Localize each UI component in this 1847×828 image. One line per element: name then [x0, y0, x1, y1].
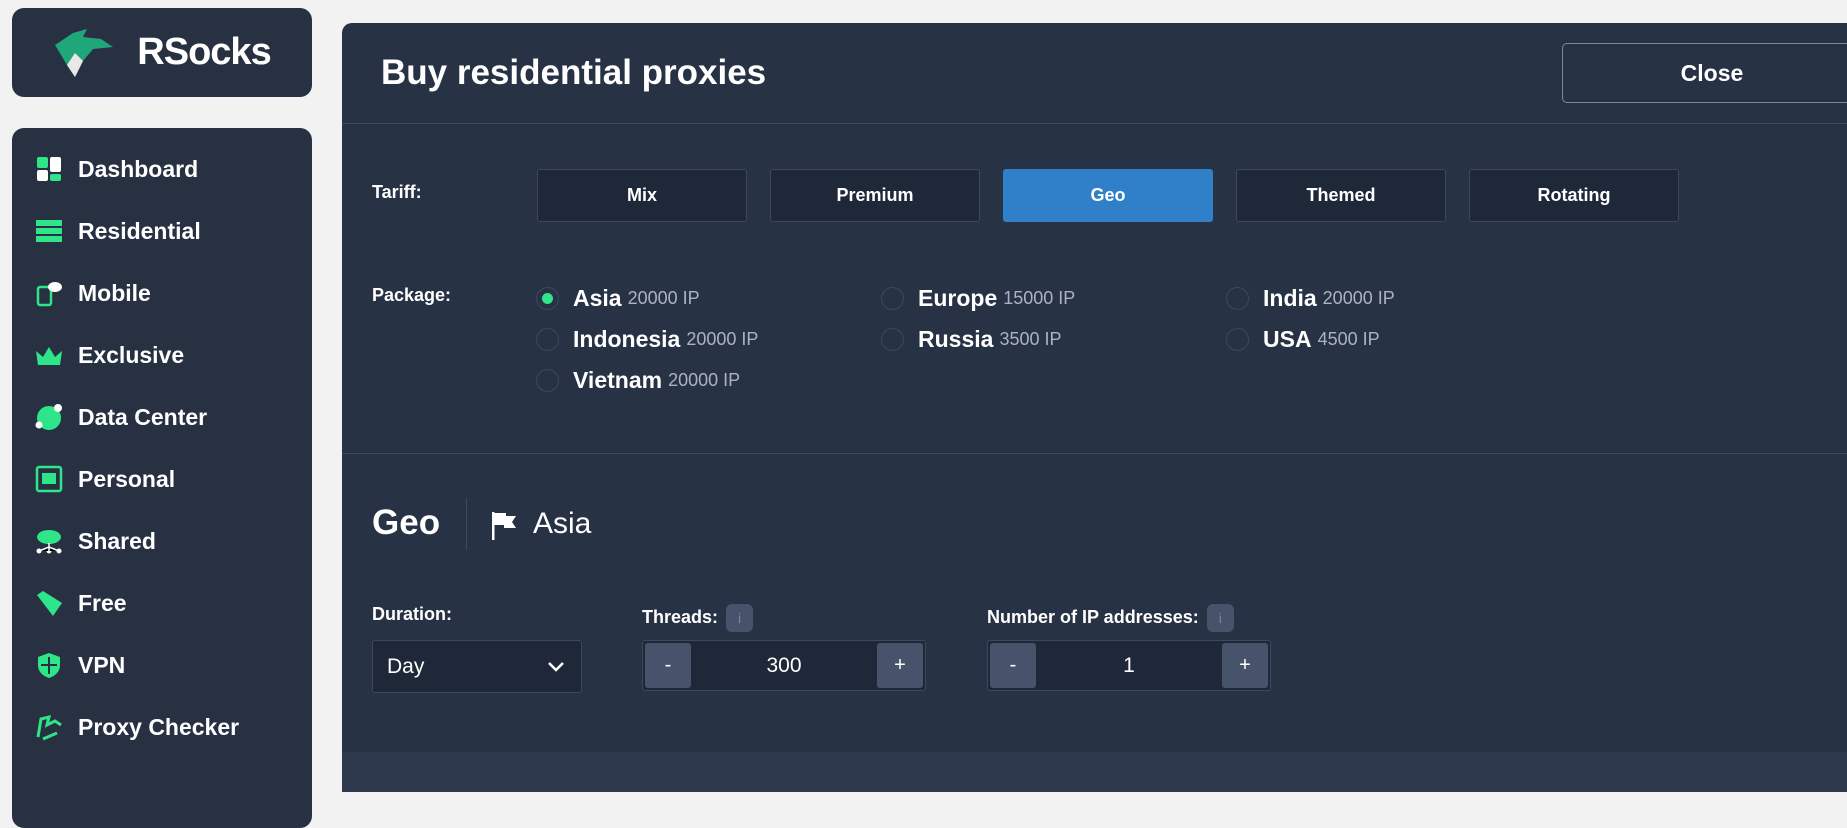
safe-icon: [35, 465, 63, 493]
radio-button[interactable]: [881, 287, 904, 310]
package-name: Vietnam: [573, 367, 663, 393]
sidebar-item-data-center[interactable]: Data Center: [12, 386, 312, 448]
sidebar-item-shared[interactable]: Shared: [12, 510, 312, 572]
package-option-asia[interactable]: Asia 20000 IP: [536, 285, 700, 312]
package-name: USA: [1263, 326, 1312, 352]
radio-button[interactable]: [536, 287, 559, 310]
ip-count-increment-button[interactable]: +: [1222, 643, 1268, 688]
selected-package: Asia: [533, 507, 592, 540]
free-tag-icon: [37, 591, 62, 616]
ip-count-stepper: - 1 +: [987, 640, 1271, 691]
footer-strip: [342, 752, 1847, 792]
divider: [342, 453, 1847, 454]
globe-pin-icon: [35, 404, 62, 430]
sidebar-item-label: Residential: [78, 217, 201, 244]
threads-stepper: - 300 +: [642, 640, 926, 691]
sidebar-item-exclusive[interactable]: Exclusive: [12, 324, 312, 386]
duration-select[interactable]: Day: [372, 640, 582, 693]
package-ip-count: 4500 IP: [1317, 329, 1380, 349]
package-name: Asia: [573, 285, 622, 311]
info-icon[interactable]: i: [726, 604, 754, 632]
chevron-down-icon: [548, 661, 564, 672]
sidebar-item-free[interactable]: Free: [12, 572, 312, 634]
crown-icon: [36, 347, 62, 365]
tab-premium[interactable]: Premium: [770, 169, 980, 222]
sidebar: Dashboard Residential Mobile Exclusive Data …: [12, 128, 312, 828]
sidebar-item-vpn[interactable]: VPN: [12, 634, 312, 696]
sidebar-item-residential[interactable]: Residential: [12, 200, 312, 262]
proxy-checker-icon: [36, 714, 62, 741]
radio-button[interactable]: [881, 328, 904, 351]
divider: [466, 498, 467, 550]
logo[interactable]: RSocks: [12, 8, 312, 97]
sidebar-item-label: Dashboard: [78, 155, 199, 182]
package-option-vietnam[interactable]: Vietnam 20000 IP: [536, 367, 740, 394]
tab-mix[interactable]: Mix: [537, 169, 747, 222]
dashboard-icon: [37, 157, 61, 181]
threads-label: Threads: i: [642, 604, 754, 632]
sidebar-item-label: VPN: [78, 651, 126, 678]
ip-count-value[interactable]: 1: [1123, 654, 1135, 678]
close-button[interactable]: Close: [1562, 43, 1847, 103]
selected-tariff: Geo: [372, 503, 441, 542]
package-ip-count: 3500 IP: [999, 329, 1062, 349]
tab-rotating[interactable]: Rotating: [1469, 169, 1679, 222]
package-option-india[interactable]: India 20000 IP: [1226, 285, 1395, 312]
package-option-usa[interactable]: USA 4500 IP: [1226, 326, 1380, 353]
sidebar-item-label: Shared: [78, 527, 156, 554]
shield-icon: [38, 653, 60, 678]
ip-count-decrement-button[interactable]: -: [990, 643, 1036, 688]
divider: [342, 123, 1847, 124]
radio-button[interactable]: [536, 369, 559, 392]
package-name: India: [1263, 285, 1317, 311]
mobile-cloud-icon: [36, 282, 62, 307]
tab-themed[interactable]: Themed: [1236, 169, 1446, 222]
radio-button[interactable]: [1226, 287, 1249, 310]
buy-proxies-panel: Buy residential proxies Close Tariff: Mi…: [342, 23, 1847, 792]
package-name: Europe: [918, 285, 998, 311]
server-icon: [36, 220, 62, 242]
duration-label: Duration:: [372, 604, 452, 624]
package-ip-count: 20000 IP: [668, 370, 741, 390]
radio-button[interactable]: [1226, 328, 1249, 351]
flag-icon: [492, 512, 516, 540]
sidebar-item-label: Free: [78, 589, 127, 616]
package-name: Indonesia: [573, 326, 681, 352]
wolf-logo-icon: [55, 28, 114, 77]
package-option-russia[interactable]: Russia 3500 IP: [881, 326, 1062, 353]
package-label: Package:: [372, 285, 452, 305]
package-option-indonesia[interactable]: Indonesia 20000 IP: [536, 326, 758, 353]
package-option-europe[interactable]: Europe 15000 IP: [881, 285, 1075, 312]
threads-increment-button[interactable]: +: [876, 643, 923, 688]
tab-geo[interactable]: Geo: [1003, 169, 1213, 222]
sidebar-item-proxy-checker[interactable]: Proxy Checker: [12, 696, 312, 758]
threads-decrement-button[interactable]: -: [645, 643, 691, 688]
package-name: Russia: [918, 326, 994, 352]
package-ip-count: 20000 IP: [686, 329, 759, 349]
package-ip-count: 20000 IP: [627, 288, 700, 308]
package-ip-count: 20000 IP: [1322, 288, 1395, 308]
sidebar-item-label: Mobile: [78, 279, 151, 306]
sidebar-item-mobile[interactable]: Mobile: [12, 262, 312, 324]
brand-name: RSocks: [137, 31, 271, 73]
sidebar-item-label: Data Center: [78, 403, 208, 430]
sidebar-item-label: Exclusive: [78, 341, 185, 368]
sidebar-item-dashboard[interactable]: Dashboard: [12, 138, 312, 200]
sidebar-item-label: Personal: [78, 465, 176, 492]
page-title: Buy residential proxies: [381, 53, 767, 92]
ip-count-label-text: Number of IP addresses:: [987, 606, 1199, 627]
sidebar-item-personal[interactable]: Personal: [12, 448, 312, 510]
info-icon[interactable]: i: [1206, 604, 1234, 632]
threads-value[interactable]: 300: [766, 654, 801, 678]
radio-button[interactable]: [536, 328, 559, 351]
sidebar-item-label: Proxy Checker: [78, 713, 240, 740]
tariff-label: Tariff:: [372, 182, 422, 202]
cloud-network-icon: [36, 530, 62, 554]
threads-label-text: Threads:: [642, 606, 719, 627]
duration-value: Day: [387, 654, 425, 678]
ip-count-label: Number of IP addresses: i: [987, 604, 1234, 632]
package-ip-count: 15000 IP: [1003, 288, 1076, 308]
